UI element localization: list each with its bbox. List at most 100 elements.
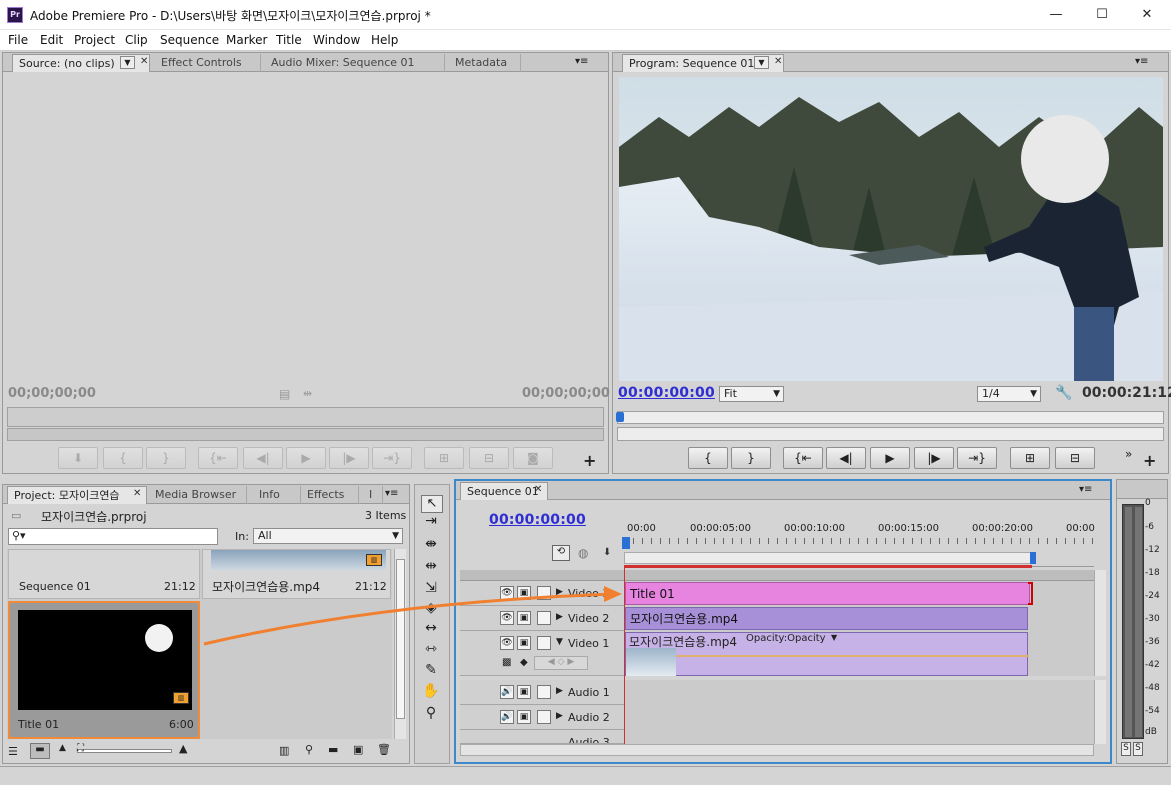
list-view-icon[interactable]: ☰ bbox=[8, 745, 18, 758]
timeline-h-scrollbar[interactable] bbox=[460, 744, 1094, 756]
sync-lock-icon[interactable]: ▣ bbox=[517, 710, 531, 724]
play-button[interactable]: ▶ bbox=[870, 447, 910, 469]
tab-audio-mixer[interactable]: Audio Mixer: Sequence 01 bbox=[265, 54, 445, 72]
insert-button[interactable]: ⊞ bbox=[424, 447, 464, 469]
zoom-fit-select[interactable]: Fit ▼ bbox=[719, 386, 784, 402]
step-forward-button[interactable]: |▶ bbox=[914, 447, 954, 469]
close-icon[interactable]: ✕ bbox=[133, 488, 141, 499]
go-to-out-button[interactable]: ⇥} bbox=[372, 447, 412, 469]
add-button-icon[interactable]: + bbox=[583, 451, 596, 470]
title-clip[interactable]: Title 01 bbox=[625, 582, 1030, 605]
new-bin-icon[interactable]: ▬ bbox=[328, 743, 338, 756]
ripple-edit-tool-icon[interactable]: ⇼ bbox=[420, 534, 442, 554]
menu-project[interactable]: Project bbox=[74, 33, 115, 47]
marker-icon[interactable]: ⬇ bbox=[603, 547, 611, 558]
more-icon[interactable]: » bbox=[1125, 447, 1132, 461]
display-style-icon[interactable]: ▩ bbox=[502, 657, 511, 668]
program-zoom-bar[interactable] bbox=[617, 427, 1164, 441]
mark-in-button[interactable]: { bbox=[688, 447, 728, 469]
lock-icon[interactable] bbox=[537, 710, 551, 724]
source-dropdown-icon[interactable]: ▼ bbox=[120, 56, 135, 69]
menu-marker[interactable]: Marker bbox=[226, 33, 267, 47]
work-area-bar[interactable] bbox=[624, 552, 1034, 564]
go-to-in-button[interactable]: {⇤ bbox=[198, 447, 238, 469]
lift-button[interactable]: ⊞ bbox=[1010, 447, 1050, 469]
track-select-tool-icon[interactable]: ⇥ bbox=[420, 511, 442, 531]
keyframe-icon[interactable]: ◆ bbox=[520, 657, 528, 668]
zoom-slider[interactable] bbox=[77, 749, 172, 753]
lock-icon[interactable] bbox=[537, 685, 551, 699]
go-to-out-button[interactable]: ⇥} bbox=[957, 447, 997, 469]
tab-metadata[interactable]: Metadata bbox=[449, 54, 521, 72]
maximize-button[interactable]: ☐ bbox=[1079, 0, 1125, 30]
tab-effects[interactable]: Effects bbox=[301, 486, 359, 504]
source-timecode[interactable]: 00;00;00;00 bbox=[8, 386, 96, 401]
step-forward-button[interactable]: |▶ bbox=[329, 447, 369, 469]
project-item[interactable]: Sequence 01 21:12 bbox=[8, 549, 200, 599]
menu-window[interactable]: Window bbox=[313, 33, 360, 47]
pen-tool-icon[interactable]: ✎ bbox=[420, 660, 442, 680]
panel-menu-icon[interactable]: ▾≡ bbox=[385, 488, 398, 499]
program-scrub-bar[interactable] bbox=[617, 411, 1164, 424]
step-back-button[interactable]: ◀| bbox=[826, 447, 866, 469]
tab-media-browser[interactable]: Media Browser bbox=[149, 486, 247, 504]
video1-clip[interactable]: 모자이크연습용.mp4 Opacity:Opacity ▼ bbox=[625, 632, 1029, 676]
trash-icon[interactable]: 🗑 bbox=[377, 743, 391, 756]
trim-end-handle[interactable] bbox=[1028, 582, 1033, 605]
set-marker-icon[interactable]: ◍ bbox=[578, 546, 588, 560]
close-icon[interactable]: ✕ bbox=[774, 56, 782, 67]
solo-right-button[interactable]: S bbox=[1133, 742, 1143, 756]
tab-overflow[interactable]: I bbox=[363, 486, 383, 504]
menu-edit[interactable]: Edit bbox=[40, 33, 63, 47]
audio-scrollbar[interactable] bbox=[1094, 680, 1106, 744]
close-icon[interactable]: ✕ bbox=[140, 56, 148, 67]
add-marker-button[interactable]: ⬇ bbox=[58, 447, 98, 469]
search-field[interactable]: ⚲▾ bbox=[8, 528, 218, 545]
step-back-button[interactable]: ◀| bbox=[243, 447, 283, 469]
keyframe-navigator[interactable]: ◀ ◇ ▶ bbox=[534, 656, 588, 670]
project-item-selected[interactable]: ▥ Title 01 6:00 bbox=[8, 601, 200, 739]
speaker-icon[interactable]: 🔊 bbox=[500, 710, 514, 724]
program-timecode[interactable]: 00:00:00:00 bbox=[618, 385, 715, 401]
menu-file[interactable]: File bbox=[8, 33, 28, 47]
opacity-keyline[interactable] bbox=[626, 655, 1029, 657]
speaker-icon[interactable]: 🔊 bbox=[500, 685, 514, 699]
timeline-timecode[interactable]: 00:00:00:00 bbox=[489, 512, 586, 528]
chevron-down-icon[interactable]: ▼ bbox=[831, 633, 837, 642]
hand-tool-icon[interactable]: ✋ bbox=[420, 681, 442, 701]
zoom-in-icon[interactable]: ▲ bbox=[179, 742, 187, 755]
work-area-end[interactable] bbox=[1030, 552, 1036, 564]
panel-menu-icon[interactable]: ▾≡ bbox=[1135, 56, 1148, 67]
in-select[interactable]: All ▼ bbox=[253, 528, 403, 544]
new-item-icon[interactable]: ▣ bbox=[353, 743, 363, 756]
mark-out-button[interactable]: } bbox=[731, 447, 771, 469]
overwrite-button[interactable]: ⊟ bbox=[469, 447, 509, 469]
mark-out-button[interactable]: } bbox=[146, 447, 186, 469]
icon-view-icon[interactable]: ▬ bbox=[30, 743, 50, 759]
tab-effect-controls[interactable]: Effect Controls bbox=[155, 54, 261, 72]
video-scrollbar[interactable] bbox=[1094, 570, 1106, 676]
expand-triangle-icon[interactable]: ▶ bbox=[556, 686, 563, 696]
zoom-out-icon[interactable]: ▲ bbox=[59, 743, 66, 753]
source-scrub-bar[interactable] bbox=[7, 407, 604, 427]
program-dropdown-icon[interactable]: ▼ bbox=[754, 56, 769, 69]
menu-sequence[interactable]: Sequence bbox=[160, 33, 219, 47]
menu-clip[interactable]: Clip bbox=[125, 33, 148, 47]
resolution-select[interactable]: 1/4 ▼ bbox=[977, 386, 1041, 402]
snap-icon[interactable]: ⟲ bbox=[552, 545, 570, 561]
tab-project[interactable]: Project: 모자이크연습 bbox=[7, 486, 147, 504]
zoom-tool-icon[interactable]: ⚲ bbox=[420, 703, 442, 723]
waveform-icon[interactable]: ⇹ bbox=[303, 387, 312, 400]
minimize-button[interactable]: — bbox=[1033, 0, 1079, 30]
extract-button[interactable]: ⊟ bbox=[1055, 447, 1095, 469]
wrench-icon[interactable]: 🔧 bbox=[1055, 385, 1072, 401]
playhead-handle[interactable] bbox=[622, 537, 630, 549]
automate-icon[interactable]: ▥ bbox=[279, 744, 289, 757]
go-to-in-button[interactable]: {⇤ bbox=[783, 447, 823, 469]
export-frame-button[interactable]: ◙ bbox=[513, 447, 553, 469]
mark-in-button[interactable]: { bbox=[103, 447, 143, 469]
menu-title[interactable]: Title bbox=[276, 33, 302, 47]
menu-help[interactable]: Help bbox=[371, 33, 398, 47]
close-button[interactable]: ✕ bbox=[1124, 0, 1170, 30]
source-zoom-bar[interactable] bbox=[7, 428, 604, 441]
